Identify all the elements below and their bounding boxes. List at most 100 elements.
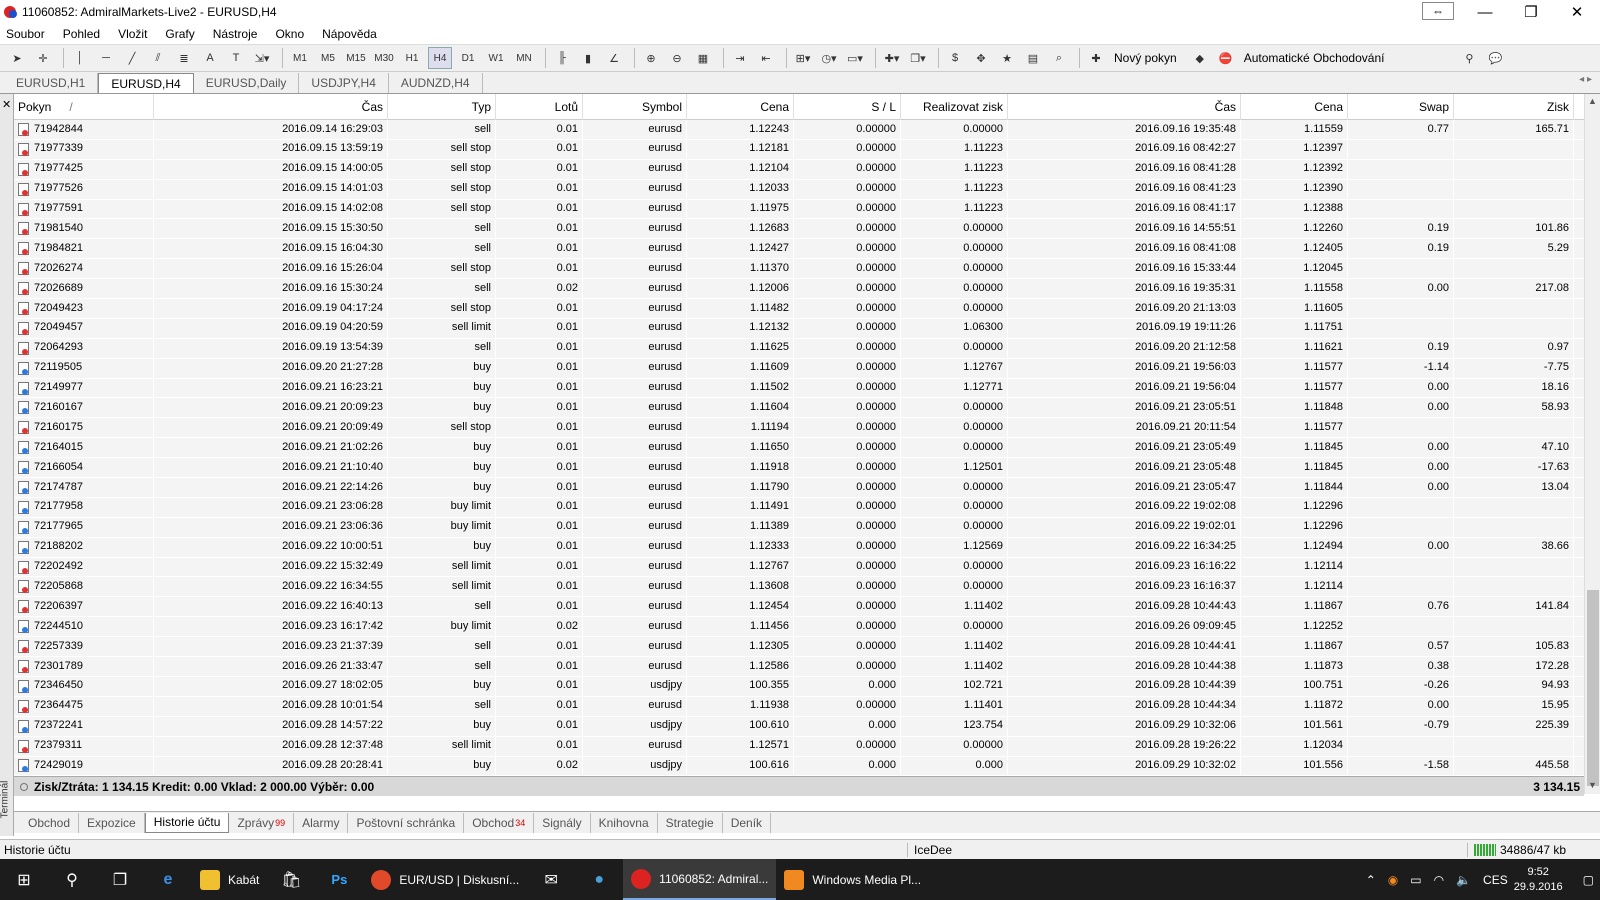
table-row[interactable]: 72429019 2016.09.28 20:28:41 buy 0.02 usdjpy… (14, 756, 1584, 777)
chart-tab-audnzd-h4[interactable]: AUDNZD,H4 (389, 73, 483, 93)
tile-windows-icon[interactable]: ▦ (692, 47, 714, 69)
table-row[interactable]: 72372241 2016.09.28 14:57:22 buy 0.01 usdjpy… (14, 716, 1584, 737)
candlestick-icon[interactable]: ▮ (577, 47, 599, 69)
table-row[interactable]: 72166054 2016.09.21 21:10:40 buy 0.01 eurusd… (14, 457, 1584, 479)
timeframe-w1[interactable]: W1 (484, 47, 508, 69)
table-row[interactable]: 72346450 2016.09.27 18:02:05 buy 0.01 usdjpy… (14, 676, 1584, 697)
profiles-icon[interactable]: ❐▾ (907, 47, 929, 69)
menu-soubor[interactable]: Soubor (6, 27, 45, 41)
table-row[interactable]: 72177965 2016.09.21 23:06:36 buy limit 0.01… (14, 517, 1584, 538)
table-row[interactable]: 72174787 2016.09.21 22:14:26 buy 0.01 eurusd… (14, 477, 1584, 498)
periods-clock-icon[interactable]: ◷▾ (818, 47, 840, 69)
chart-shift-icon[interactable]: ⇤ (755, 47, 777, 69)
line-chart-icon[interactable]: ∠ (603, 47, 625, 69)
table-row[interactable]: 71977339 2016.09.15 13:59:19 sell stop 0.01… (14, 139, 1584, 160)
terminal-tab-2[interactable]: Historie účtu (144, 812, 230, 833)
timeframe-m15[interactable]: M15 (344, 47, 368, 69)
taskbar-app-chrome[interactable]: EUR/USD | Diskusní... (363, 859, 527, 900)
new-order-icon[interactable]: ✚ (1085, 47, 1107, 69)
table-row[interactable]: 72257339 2016.09.23 21:37:39 sell 0.01 eurus… (14, 636, 1584, 658)
timeframe-m1[interactable]: M1 (288, 47, 312, 69)
mail-client-icon[interactable]: ✉ (527, 859, 575, 900)
menu-vlozit[interactable]: Vložit (118, 27, 147, 41)
table-row[interactable]: 72164015 2016.09.21 21:02:26 buy 0.01 eurusd… (14, 437, 1584, 459)
col-zisk[interactable]: Zisk (1454, 93, 1574, 120)
resize-toggle-button[interactable]: ⇔ (1422, 2, 1454, 20)
zoom-out-icon[interactable]: ⊖ (666, 47, 688, 69)
auto-scroll-icon[interactable]: ⇥ (729, 47, 751, 69)
meta-editor-icon[interactable]: ◆ (1189, 47, 1211, 69)
clock[interactable]: 9:52 29.9.2016 (1514, 865, 1563, 895)
wifi-icon[interactable]: ◠ (1434, 873, 1444, 887)
vertical-scrollbar[interactable]: ▲ ▼ (1584, 94, 1600, 794)
terminal-tab-7[interactable]: Signály (534, 812, 591, 833)
col-cas-close[interactable]: Čas (1008, 93, 1241, 120)
table-row[interactable]: 71981540 2016.09.15 15:30:50 sell 0.01 eurus… (14, 218, 1584, 240)
table-row[interactable]: 71977526 2016.09.15 14:01:03 sell stop 0.01… (14, 179, 1584, 200)
col-lot[interactable]: Lotů (496, 93, 583, 120)
table-row[interactable]: 72064293 2016.09.19 13:54:39 sell 0.01 eurus… (14, 338, 1584, 359)
zoom-in-icon[interactable]: ⊕ (640, 47, 662, 69)
col-cas[interactable]: Čas (154, 93, 388, 120)
terminal-tab-1[interactable]: Expozice (79, 812, 145, 833)
trend-line-icon[interactable]: ╱ (121, 47, 143, 69)
indicators-icon[interactable]: ⊞▾ (792, 47, 814, 69)
table-row[interactable]: 72188202 2016.09.22 10:00:51 buy 0.01 eurusd… (14, 537, 1584, 558)
scroll-up-icon[interactable]: ▲ (1588, 96, 1597, 106)
terminal-tab-5[interactable]: Poštovní schránka (348, 812, 465, 833)
volume-icon[interactable]: 🔈 (1456, 873, 1471, 887)
col-swap[interactable]: Swap (1348, 93, 1454, 120)
text-icon[interactable]: A (199, 47, 221, 69)
chart-tab-usdjpy-h4[interactable]: USDJPY,H4 (299, 73, 389, 93)
col-sl[interactable]: S / L (794, 93, 901, 120)
navigator-icon[interactable]: ✥ (970, 47, 992, 69)
timeframe-d1[interactable]: D1 (456, 47, 480, 69)
scroll-down-icon[interactable]: ▼ (1588, 780, 1597, 790)
scrollbar-thumb[interactable] (1587, 590, 1599, 786)
col-tp[interactable]: Realizovat zisk (901, 93, 1008, 120)
table-row[interactable]: 71942844 2016.09.14 16:29:03 sell 0.01 eurus… (14, 119, 1584, 140)
table-row[interactable]: 72026689 2016.09.16 15:30:24 sell 0.02 eurus… (14, 278, 1584, 300)
tab-scroll-arrows[interactable]: ◂ ▸ (1579, 74, 1592, 85)
vertical-line-icon[interactable]: │ (69, 47, 91, 69)
timeframe-m5[interactable]: M5 (316, 47, 340, 69)
menu-pohled[interactable]: Pohled (63, 27, 100, 41)
channel-icon[interactable]: ⫽ (147, 47, 169, 69)
close-terminal-icon[interactable]: ✕ (2, 98, 11, 111)
notifications-icon[interactable]: ▢ (1583, 873, 1594, 887)
table-row[interactable]: 72364475 2016.09.28 10:01:54 sell 0.01 eurus… (14, 696, 1584, 717)
table-row[interactable]: 72119505 2016.09.20 21:27:28 buy 0.01 eurusd… (14, 358, 1584, 379)
table-row[interactable]: 72301789 2016.09.26 21:33:47 sell 0.01 eurus… (14, 656, 1584, 677)
col-cena[interactable]: Cena (687, 93, 794, 120)
bluetooth-app-icon[interactable]: ● (575, 859, 623, 900)
tray-avast-icon[interactable]: ◉ (1388, 873, 1398, 887)
templates-icon[interactable]: ▭▾ (844, 47, 866, 69)
table-row[interactable]: 72202492 2016.09.22 15:32:49 sell limit 0.0… (14, 557, 1584, 578)
terminal-tab-0[interactable]: Obchod (20, 812, 80, 833)
chart-tab-eurusd-daily[interactable]: EURUSD,Daily (194, 73, 300, 93)
language-indicator[interactable]: CES (1483, 873, 1508, 887)
taskbar-app-media-player[interactable]: Windows Media Pl... (776, 859, 929, 900)
search-taskbar-icon[interactable]: ⚲ (48, 859, 96, 900)
table-row[interactable]: 71977425 2016.09.15 14:00:05 sell stop 0.01… (14, 159, 1584, 180)
terminal-tab-4[interactable]: Alarmy (294, 812, 349, 833)
edge-browser-icon[interactable]: e (144, 859, 192, 900)
menu-okno[interactable]: Okno (275, 27, 304, 41)
market-watch-icon[interactable]: $ (944, 47, 966, 69)
terminal-tab-3[interactable]: Zprávy 99 (229, 812, 295, 833)
strategy-tester-icon[interactable]: ⌕ (1048, 47, 1070, 69)
table-row[interactable]: 72160167 2016.09.21 20:09:23 buy 0.01 eurusd… (14, 397, 1584, 419)
col-symbol[interactable]: Symbol (583, 93, 687, 120)
task-view-icon[interactable]: ❐ (96, 859, 144, 900)
chart-tab-eurusd-h1[interactable]: EURUSD,H1 (4, 73, 99, 93)
chart-tab-eurusd-h4[interactable]: EURUSD,H4 (98, 73, 194, 93)
table-row[interactable]: 72177958 2016.09.21 23:06:28 buy limit 0.01… (14, 497, 1584, 518)
maximize-button[interactable]: ❐ (1508, 0, 1554, 24)
timeframe-m30[interactable]: M30 (372, 47, 396, 69)
new-chart-icon[interactable]: ✚▾ (881, 47, 903, 69)
timeframe-mn[interactable]: MN (512, 47, 536, 69)
chat-icon[interactable]: 💬 (1484, 47, 1506, 69)
table-row[interactable]: 71984821 2016.09.15 16:04:30 sell 0.01 eurus… (14, 238, 1584, 260)
terminal-tab-6[interactable]: Obchod 34 (464, 812, 535, 833)
auto-trading-icon[interactable]: ⛔ (1215, 47, 1237, 69)
